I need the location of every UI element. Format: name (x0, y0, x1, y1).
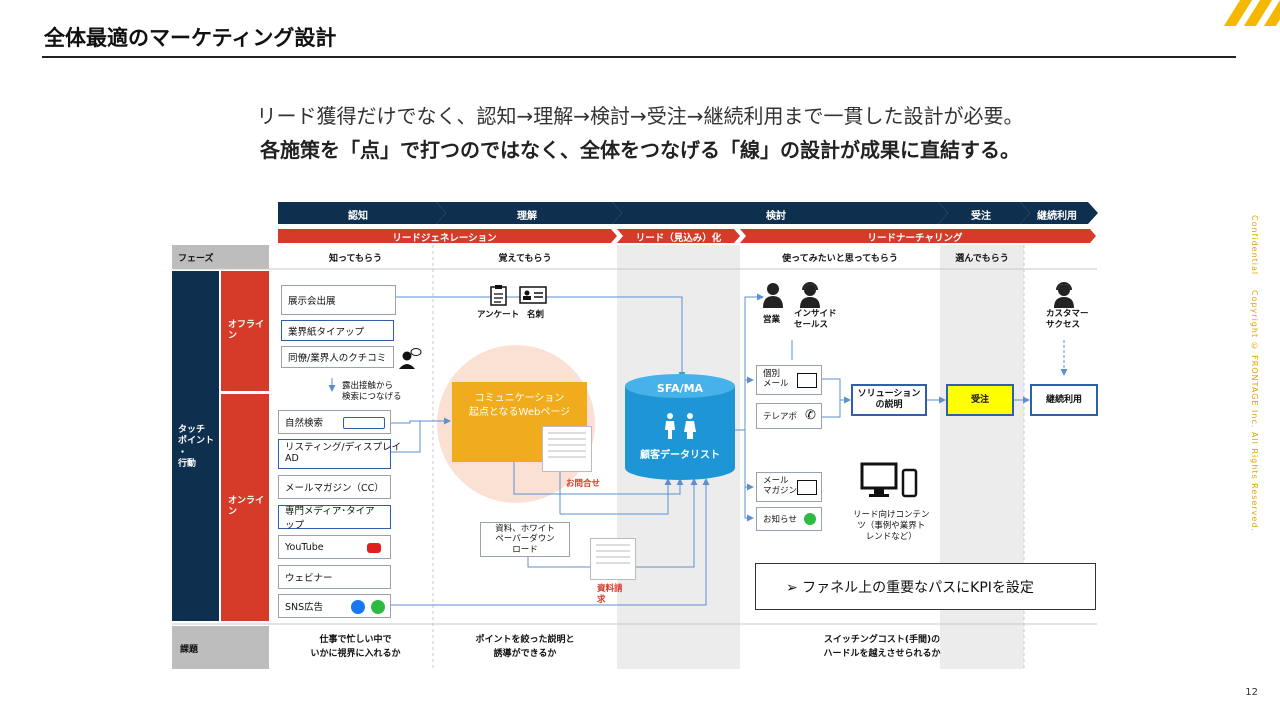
channel-mail-magazine: メール マガジン (756, 472, 822, 502)
facebook-icon (351, 600, 365, 614)
online-item-label: YouTube (285, 541, 324, 553)
continue-label: 継続利用 (1045, 394, 1082, 405)
online-item-label: リスティング/ディスプレイ AD (285, 442, 401, 464)
mail-icon (797, 373, 817, 388)
business-card-label: 名刺 (527, 310, 545, 320)
sales-label: 営業 (763, 315, 781, 325)
online-item-sns-ad: SNS広告 (278, 594, 391, 618)
online-item-label: ウェビナー (285, 573, 333, 584)
online-item-label: 専門メディア･タイアップ (285, 506, 375, 531)
business-card-icon (519, 286, 547, 304)
order-label: 受注 (970, 394, 989, 405)
whitepaper-download-box: 資料、ホワイト ペーパーダウン ロード (480, 522, 570, 557)
inside-sales-label: インサイド セールス (794, 309, 837, 330)
online-item-label: 自然検索 (285, 418, 324, 429)
youtube-icon (367, 543, 381, 553)
online-item-webinar: ウェビナー (278, 565, 391, 589)
channel-notice: お知らせ (756, 507, 822, 531)
solution-explanation-box: ソリューション の説明 (851, 384, 927, 416)
channel-label: メール マガジン (763, 476, 798, 496)
phone-icon: ✆ (805, 408, 816, 423)
offline-item-exhibition: 展示会出展 (281, 285, 396, 315)
continue-box: 継続利用 (1030, 384, 1098, 416)
whitepaper-download-label: 資料、ホワイト ペーパーダウン ロード (495, 524, 555, 555)
exposure-note: 露出接触から 検索につなげる (342, 381, 402, 403)
inside-sales-headset-icon (800, 282, 820, 308)
offline-item-word-of-mouth: 同僚/業界人のクチコミ (281, 346, 394, 368)
offline-item-label: 展示会出展 (288, 296, 336, 307)
database-title: SFA/MA (656, 382, 704, 395)
kpi-note-box: ➢ ファネル上の重要なパスにKPIを設定 (755, 563, 1096, 610)
survey-label: アンケート (477, 310, 520, 320)
search-bar-icon (343, 417, 385, 429)
kpi-note-text: ➢ ファネル上の重要なパスにKPIを設定 (786, 579, 1034, 596)
channel-individual-mail: 個別 メール (756, 365, 822, 395)
channel-label: 個別 メール (763, 369, 789, 389)
line-icon (371, 600, 385, 614)
word-of-mouth-icon (399, 348, 422, 369)
web-page-thumbnail (542, 426, 592, 472)
online-item-mail-magazine: メールマガジン（CC） (278, 475, 391, 499)
sales-person-icon (763, 283, 783, 308)
channel-label: お知らせ (763, 515, 797, 525)
solution-label: ソリューション の説明 (857, 389, 921, 410)
online-item-label: SNS広告 (285, 602, 324, 613)
survey-clipboard-icon (490, 285, 507, 306)
flow-arrows (328, 293, 1068, 606)
issue-understanding: ポイントを絞った説明と 誘導ができるか (475, 635, 575, 659)
doc-request-thumbnail (590, 538, 636, 580)
mail-icon (797, 480, 817, 495)
devices-icon (860, 462, 918, 498)
online-item-media-tieup: 専門メディア･タイアップ (278, 505, 391, 531)
line-icon (804, 513, 816, 525)
issue-consideration: スイッチングコスト(手間)の ハードルを越えさせられるか (823, 635, 941, 659)
customer-success-label: カスタマー サクセス (1046, 309, 1089, 330)
issue-awareness: 仕事で忙しい中で いかに視界に入れるか (310, 635, 401, 659)
online-item-label: メールマガジン（CC） (285, 483, 384, 494)
channel-teleapo: テレアポ ✆ (756, 403, 822, 429)
doc-request-label: 資料請 求 (597, 584, 623, 606)
inquiry-label: お問合せ (566, 479, 601, 489)
offline-item-label: 業界紙タイアップ (288, 326, 365, 338)
order-box: 受注 (946, 384, 1014, 416)
online-item-listing-ad: リスティング/ディスプレイ AD (278, 439, 401, 469)
funnel-diagram: 認知 理解 検討 受注 継続利用 リードジェネレーション リード（見込み）化 リ… (0, 0, 1280, 720)
online-item-youtube: YouTube (278, 535, 391, 559)
channel-label: テレアポ (763, 412, 798, 422)
offline-item-trade-paper: 業界紙タイアップ (281, 320, 394, 341)
lead-content-label: リード向けコンテン ツ（事例や業界ト レンドなど） (853, 510, 930, 543)
online-item-organic-search: 自然検索 (278, 410, 391, 434)
database-label: 顧客データリスト (640, 450, 720, 461)
customer-success-headset-icon (1054, 282, 1074, 308)
offline-item-label: 同僚/業界人のクチコミ (288, 353, 387, 364)
